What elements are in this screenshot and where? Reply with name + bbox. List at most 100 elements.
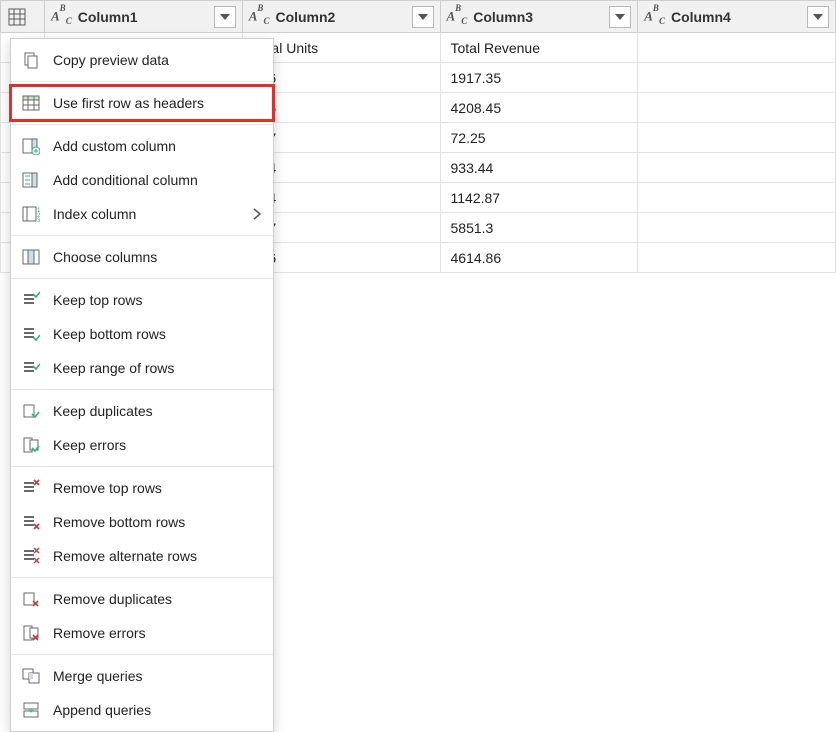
menu-label: Remove bottom rows <box>53 514 185 530</box>
cell[interactable] <box>638 243 836 273</box>
filter-button[interactable] <box>412 6 434 28</box>
menu-label: Keep top rows <box>53 292 143 308</box>
cell[interactable]: Total Revenue <box>440 33 638 63</box>
cell[interactable]: 72.25 <box>440 123 638 153</box>
menu-label: Copy preview data <box>53 52 169 68</box>
menu-separator <box>11 466 273 467</box>
menu-label: Remove top rows <box>53 480 162 496</box>
table-context-menu: Copy preview data Use first row as heade… <box>10 38 274 732</box>
remove-alternate-rows-icon <box>21 546 41 566</box>
column-label: Column3 <box>473 9 533 25</box>
remove-errors-icon <box>21 623 41 643</box>
cell[interactable] <box>638 123 836 153</box>
menu-label: Remove alternate rows <box>53 548 197 564</box>
menu-add-conditional-column[interactable]: Add conditional column <box>11 163 273 197</box>
menu-label: Choose columns <box>53 249 157 265</box>
keep-duplicates-icon <box>21 401 41 421</box>
menu-label: Merge queries <box>53 668 143 684</box>
menu-add-custom-column[interactable]: Add custom column <box>11 129 273 163</box>
cell[interactable] <box>638 33 836 63</box>
menu-keep-range-of-rows[interactable]: Keep range of rows <box>11 351 273 385</box>
column-header-2[interactable]: ABC Column2 <box>242 1 440 33</box>
abc-type-icon: ABC <box>249 7 270 26</box>
abc-type-icon: ABC <box>447 7 468 26</box>
cell[interactable]: 1142.87 <box>440 183 638 213</box>
cell[interactable] <box>638 153 836 183</box>
abc-type-icon: ABC <box>644 7 665 26</box>
append-queries-icon <box>21 700 41 720</box>
menu-label: Append queries <box>53 702 151 718</box>
filter-button[interactable] <box>609 6 631 28</box>
remove-duplicates-icon <box>21 589 41 609</box>
cell[interactable]: 4208.45 <box>440 93 638 123</box>
menu-label: Use first row as headers <box>53 95 204 111</box>
menu-separator <box>11 654 273 655</box>
menu-separator <box>11 235 273 236</box>
menu-keep-top-rows[interactable]: Keep top rows <box>11 283 273 317</box>
menu-keep-bottom-rows[interactable]: Keep bottom rows <box>11 317 273 351</box>
menu-label: Keep errors <box>53 437 126 453</box>
menu-merge-queries[interactable]: Merge queries <box>11 659 273 693</box>
filter-button[interactable] <box>807 6 829 28</box>
menu-separator <box>11 124 273 125</box>
menu-label: Add conditional column <box>53 172 198 188</box>
menu-remove-top-rows[interactable]: Remove top rows <box>11 471 273 505</box>
menu-label: Remove errors <box>53 625 146 641</box>
menu-keep-duplicates[interactable]: Keep duplicates <box>11 394 273 428</box>
column-label: Column1 <box>78 9 138 25</box>
keep-errors-icon <box>21 435 41 455</box>
merge-queries-icon <box>21 666 41 686</box>
cell[interactable]: 933.44 <box>440 153 638 183</box>
cell[interactable]: 4614.86 <box>440 243 638 273</box>
choose-columns-icon <box>21 247 41 267</box>
conditional-column-icon <box>21 170 41 190</box>
menu-label: Remove duplicates <box>53 591 172 607</box>
cell[interactable] <box>638 63 836 93</box>
menu-label: Index column <box>53 206 136 222</box>
menu-separator <box>11 81 273 82</box>
menu-keep-errors[interactable]: Keep errors <box>11 428 273 462</box>
column-header-1[interactable]: ABC Column1 <box>45 1 243 33</box>
menu-use-first-row-as-headers[interactable]: Use first row as headers <box>11 86 273 120</box>
menu-separator <box>11 278 273 279</box>
menu-separator <box>11 389 273 390</box>
cell[interactable]: 5851.3 <box>440 213 638 243</box>
column-header-3[interactable]: ABC Column3 <box>440 1 638 33</box>
index-column-icon: 123 <box>21 204 41 224</box>
menu-index-column[interactable]: 123 Index column <box>11 197 273 231</box>
svg-text:3: 3 <box>37 218 40 223</box>
keep-range-rows-icon <box>21 358 41 378</box>
menu-copy-preview-data[interactable]: Copy preview data <box>11 43 273 77</box>
menu-choose-columns[interactable]: Choose columns <box>11 240 273 274</box>
menu-label: Keep bottom rows <box>53 326 166 342</box>
filter-button[interactable] <box>214 6 236 28</box>
column-label: Column2 <box>275 9 335 25</box>
keep-bottom-rows-icon <box>21 324 41 344</box>
cell[interactable] <box>638 213 836 243</box>
menu-append-queries[interactable]: Append queries <box>11 693 273 727</box>
cell[interactable] <box>638 93 836 123</box>
cell[interactable] <box>638 183 836 213</box>
menu-label: Add custom column <box>53 138 176 154</box>
column-header-4[interactable]: ABC Column4 <box>638 1 836 33</box>
remove-top-rows-icon <box>21 478 41 498</box>
table-corner-button[interactable] <box>1 1 45 33</box>
custom-column-icon <box>21 136 41 156</box>
menu-remove-errors[interactable]: Remove errors <box>11 616 273 650</box>
keep-top-rows-icon <box>21 290 41 310</box>
abc-type-icon: ABC <box>51 7 72 26</box>
copy-icon <box>21 50 41 70</box>
menu-remove-alternate-rows[interactable]: Remove alternate rows <box>11 539 273 573</box>
submenu-arrow-icon <box>253 208 261 220</box>
column-label: Column4 <box>671 9 731 25</box>
cell[interactable]: 1917.35 <box>440 63 638 93</box>
header-row: ABC Column1 ABC Column2 AB <box>1 1 836 33</box>
menu-label: Keep range of rows <box>53 360 174 376</box>
table-icon <box>7 7 27 27</box>
table-headers-icon <box>21 93 41 113</box>
remove-bottom-rows-icon <box>21 512 41 532</box>
menu-separator <box>11 577 273 578</box>
menu-remove-bottom-rows[interactable]: Remove bottom rows <box>11 505 273 539</box>
menu-label: Keep duplicates <box>53 403 153 419</box>
menu-remove-duplicates[interactable]: Remove duplicates <box>11 582 273 616</box>
